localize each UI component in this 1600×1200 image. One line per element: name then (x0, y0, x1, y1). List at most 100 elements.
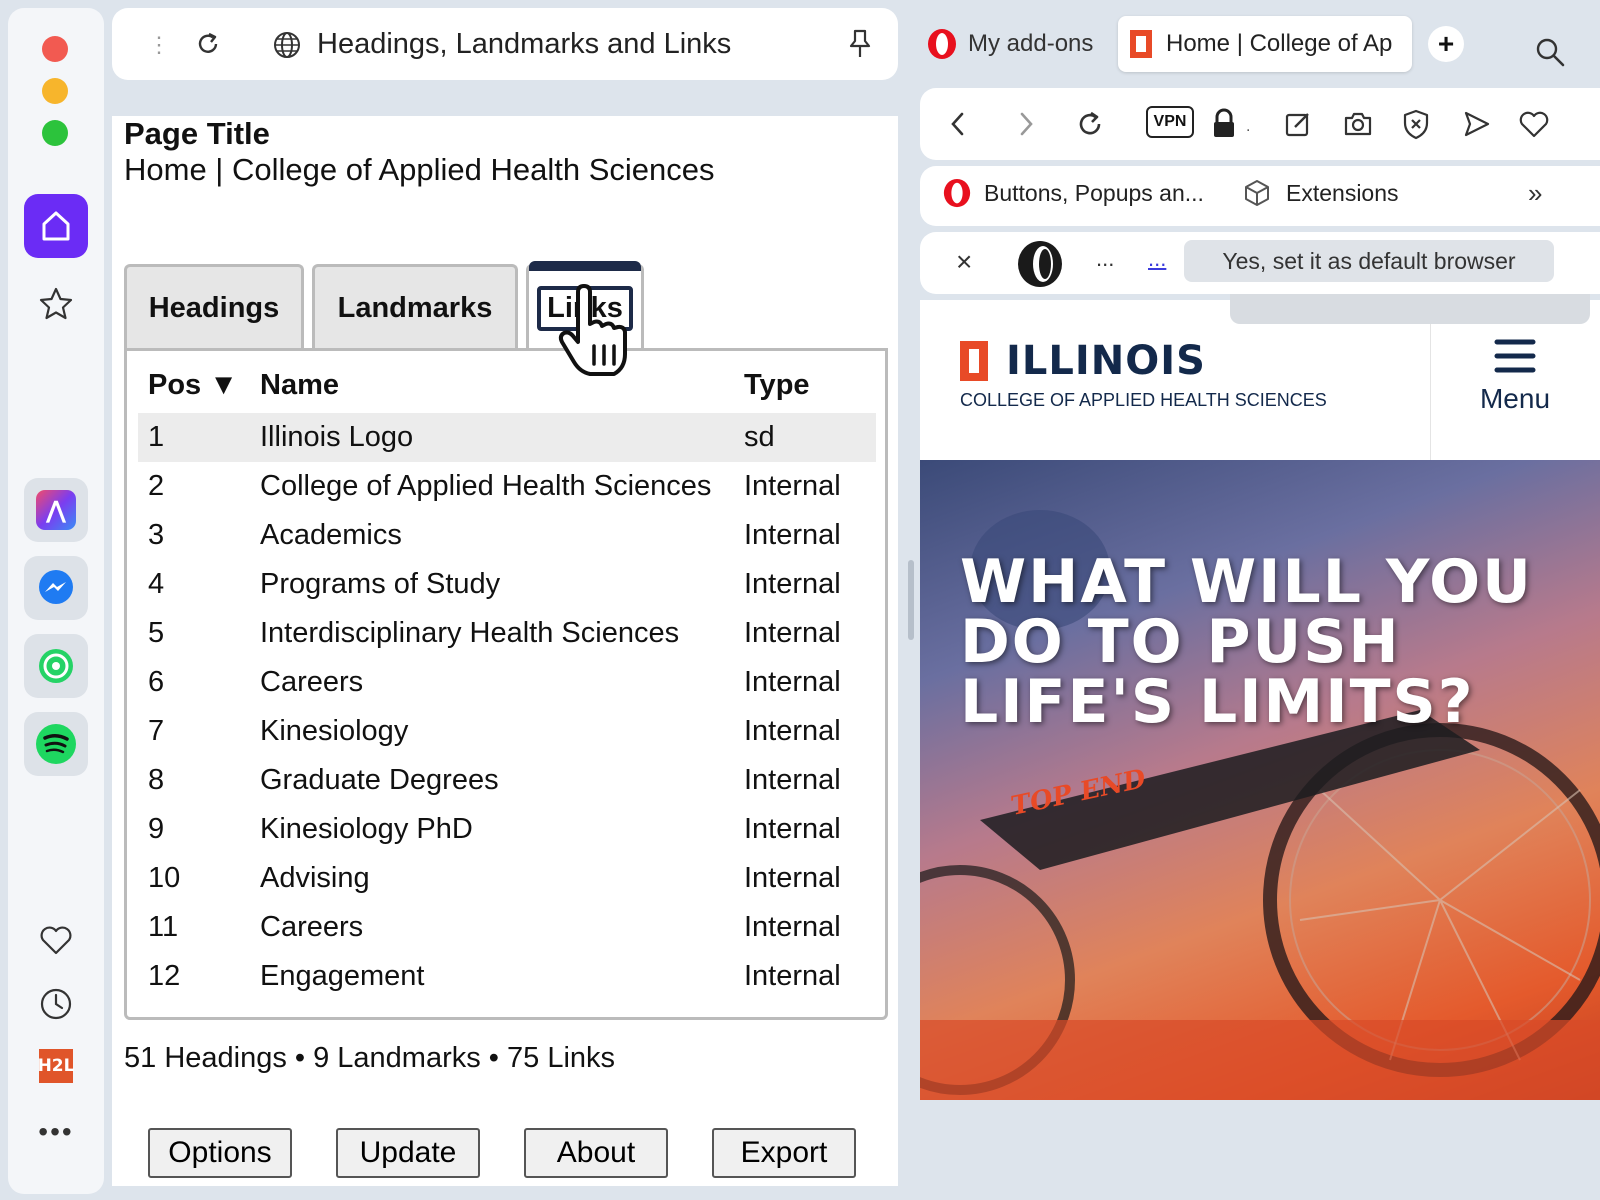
export-button[interactable]: Export (712, 1128, 856, 1178)
lock-icon (1214, 108, 1234, 137)
sidebar-home-button[interactable] (24, 194, 88, 258)
table-row[interactable]: 12 Engagement Internal (138, 952, 876, 1001)
row-pos: 2 (148, 470, 165, 502)
adblock-button[interactable] (1398, 106, 1434, 142)
close-window-button[interactable] (42, 36, 68, 62)
table-row[interactable]: 1 Illinois Logo sd (138, 413, 876, 462)
row-name: Careers (260, 911, 364, 943)
illinois-block-i-icon (960, 341, 988, 381)
column-header-type[interactable]: Type (744, 369, 810, 402)
site-menu-button[interactable]: Menu (1450, 336, 1580, 415)
sidebar-h2l-button[interactable]: H2L (32, 1042, 80, 1090)
row-name: Careers (260, 666, 364, 698)
bookmark-buttons-popups[interactable]: Buttons, Popups an... (942, 178, 1204, 208)
sidebar-more-button[interactable]: ••• (32, 1108, 80, 1156)
sidebar-history-button[interactable] (32, 980, 80, 1028)
hamburger-icon (1494, 339, 1536, 373)
back-button[interactable] (940, 106, 976, 142)
hero-line: LIFE'S LIMITS? (960, 667, 1475, 737)
table-row[interactable]: 3 Academics Internal (138, 511, 876, 560)
h2l-icon: H2L (38, 1049, 74, 1083)
row-type: Internal (744, 519, 841, 551)
plus-icon: + (1437, 28, 1455, 59)
row-name: Graduate Degrees (260, 764, 499, 796)
header-divider (1430, 324, 1431, 460)
sidebar-spotify-button[interactable] (24, 712, 88, 776)
search-tabs-button[interactable] (1534, 36, 1566, 73)
maximize-window-button[interactable] (42, 120, 68, 146)
extension-panel: Page Title Home | College of Applied Hea… (112, 116, 898, 1186)
sidebar-bookmarks-button[interactable] (32, 280, 80, 328)
reload-button[interactable] (1072, 106, 1108, 142)
tab-landmarks[interactable]: Landmarks (312, 264, 518, 350)
add-to-pinboard-button[interactable] (1516, 106, 1552, 142)
bookmarks-bar: Buttons, Popups an... Extensions » (920, 166, 1600, 226)
shield-icon (1403, 109, 1429, 140)
table-row[interactable]: 2 College of Applied Health Sciences Inter… (138, 462, 876, 511)
send-button[interactable] (1458, 106, 1494, 142)
bar-more-link[interactable]: ... (1148, 246, 1166, 272)
sidebar-aria-button[interactable]: ⋀ (24, 478, 88, 542)
table-row[interactable]: 5 Interdisciplinary Health Sciences Intern… (138, 609, 876, 658)
dismiss-bar-button[interactable]: × (956, 246, 972, 278)
about-button[interactable]: About (524, 1128, 668, 1178)
update-button[interactable]: Update (336, 1128, 480, 1178)
row-name: Advising (260, 862, 370, 894)
globe-icon (272, 30, 302, 65)
row-pos: 6 (148, 666, 165, 698)
bookmark-extensions[interactable]: Extensions (1242, 178, 1399, 208)
table-row[interactable]: 7 Kinesiology Internal (138, 707, 876, 756)
row-type: Internal (744, 715, 841, 747)
new-tab-button[interactable]: + (1428, 26, 1464, 62)
table-row[interactable]: 11 Careers Internal (138, 903, 876, 952)
hand-cursor-icon (556, 284, 636, 385)
row-type: Internal (744, 960, 841, 992)
sidebar-pinboard-button[interactable] (32, 916, 80, 964)
address-bar-overflow[interactable]: . (1246, 118, 1250, 136)
bar-ellipsis: ... (1096, 246, 1115, 271)
column-header-pos[interactable]: Pos ▼ (148, 369, 238, 402)
set-default-browser-button[interactable]: Yes, set it as default browser (1184, 240, 1554, 282)
table-row[interactable]: 8 Graduate Degrees Internal (138, 756, 876, 805)
options-button[interactable]: Options (148, 1128, 292, 1178)
close-icon: × (956, 246, 973, 277)
tab-headings[interactable]: Headings (124, 264, 304, 350)
minimize-window-button[interactable] (42, 78, 68, 104)
opera-icon (943, 178, 971, 208)
panel-reload-button[interactable] (194, 30, 222, 63)
camera-button[interactable] (1340, 106, 1376, 142)
links-table: Pos ▼ Name Type 1 Illinois Logo sd 2 Colleg… (124, 348, 888, 1020)
column-header-name[interactable]: Name (260, 369, 339, 402)
row-name: Academics (260, 519, 402, 551)
row-type: sd (744, 421, 775, 453)
illinois-logo[interactable]: ILLINOIS (960, 338, 1206, 384)
tab-my-addons[interactable]: My add-ons (926, 16, 1112, 72)
page-title-value: Home | College of Applied Health Science… (124, 152, 715, 187)
tab-college-home[interactable]: Home | College of Ap (1118, 16, 1412, 72)
vpn-button[interactable]: VPN (1146, 106, 1194, 138)
row-type: Internal (744, 470, 841, 502)
table-row[interactable]: 10 Advising Internal (138, 854, 876, 903)
send-icon (1464, 111, 1490, 137)
site-security-button[interactable] (1206, 106, 1242, 142)
sidebar-messenger-button[interactable] (24, 556, 88, 620)
hero-line: DO TO PUSH (960, 607, 1401, 677)
row-pos: 8 (148, 764, 165, 796)
back-icon (951, 112, 964, 136)
row-type: Internal (744, 568, 841, 600)
table-row[interactable]: 6 Careers Internal (138, 658, 876, 707)
drag-handle-icon[interactable]: ⋮ (148, 32, 170, 58)
snapshot-button[interactable] (1280, 106, 1316, 142)
row-pos: 5 (148, 617, 165, 649)
forward-button[interactable] (1008, 106, 1044, 142)
sidebar-whatsapp-button[interactable] (24, 634, 88, 698)
panel-resize-handle[interactable] (908, 560, 914, 640)
pin-panel-button[interactable] (846, 28, 874, 65)
table-row[interactable]: 4 Programs of Study Internal (138, 560, 876, 609)
college-name-link[interactable]: COLLEGE OF APPLIED HEALTH SCIENCES (960, 390, 1327, 411)
row-type: Internal (744, 764, 841, 796)
history-icon (40, 988, 72, 1020)
row-name: Interdisciplinary Health Sciences (260, 617, 680, 649)
table-row[interactable]: 9 Kinesiology PhD Internal (138, 805, 876, 854)
bookmarks-overflow-button[interactable]: » (1528, 178, 1542, 209)
